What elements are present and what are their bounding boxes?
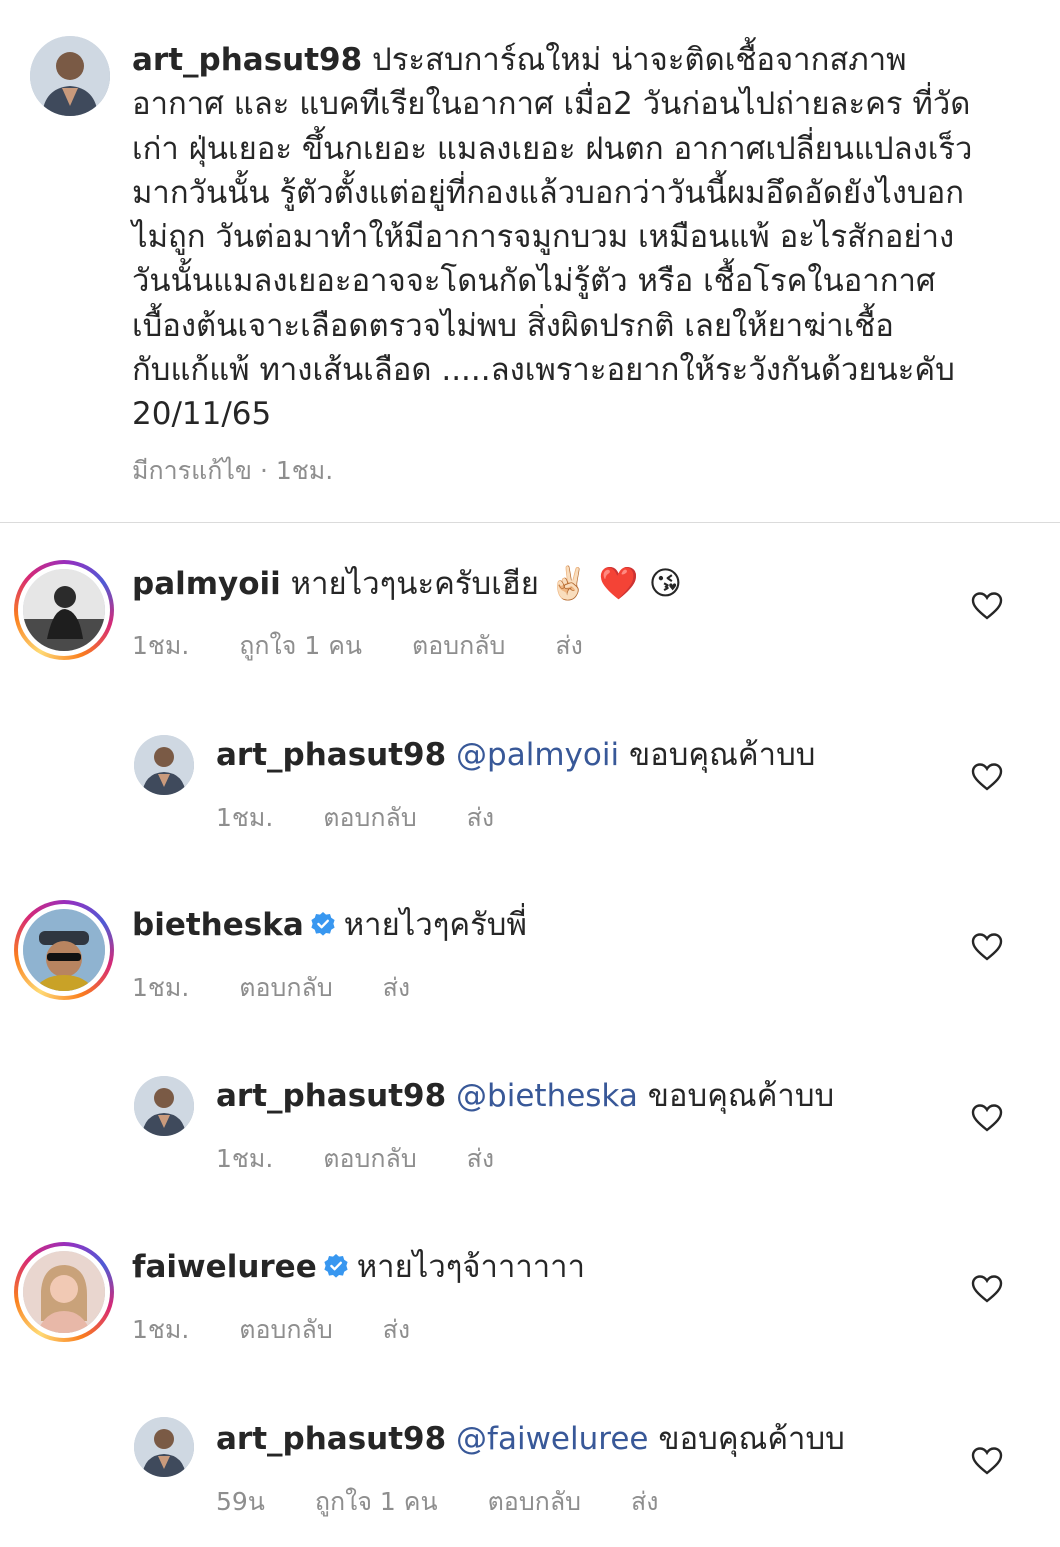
comment-text: ขอบคุณค้าบบ [658, 1421, 845, 1457]
reply-item: art_phasut98 @faiweluree ขอบคุณค้าบบ 59น… [0, 1417, 1060, 1547]
reply-button[interactable]: ตอบกลับ [412, 631, 505, 660]
comment-text: หายไวๆจ้าาาาาา [356, 1249, 585, 1285]
comment-meta: 1ชม. ตอบกลับ ส่ง [216, 798, 536, 838]
comment-time: 1ชม. [216, 1144, 274, 1173]
comment-username[interactable]: faiweluree [132, 1249, 317, 1285]
comment-emojis: ✌🏻 ❤️ 😘 [548, 564, 683, 602]
person-photo-icon [134, 1417, 194, 1477]
person-photo-icon [134, 1076, 194, 1136]
comment-item: palmyoii หายไวๆนะครับเฮีย ✌🏻 ❤️ 😘 1ชม. ถ… [0, 560, 1060, 720]
comment-username[interactable]: palmyoii [132, 566, 281, 602]
author-avatar[interactable] [30, 36, 110, 116]
send-button[interactable]: ส่ง [555, 631, 582, 660]
comment-text: หายไวๆครับพี่ [343, 907, 527, 943]
mention-link[interactable]: @palmyoii [456, 737, 619, 773]
divider [0, 522, 1060, 523]
commenter-avatar[interactable] [134, 1076, 194, 1136]
send-button[interactable]: ส่ง [631, 1487, 658, 1516]
caption-time: 1ชม. [275, 456, 334, 485]
reply-item: art_phasut98 @palmyoii ขอบคุณค้าบบ 1ชม. … [0, 735, 1060, 885]
likes-count[interactable]: ถูกใจ 1 คน [315, 1487, 438, 1516]
commenter-avatar [23, 569, 105, 651]
comment-time: 59น [216, 1487, 265, 1516]
heart-icon[interactable] [971, 932, 1003, 962]
comment-meta: 1ชม. ตอบกลับ ส่ง [216, 1139, 536, 1179]
edited-label: มีการแก้ไข [132, 456, 252, 485]
comment-meta: 59น ถูกใจ 1 คน ตอบกลับ ส่ง [216, 1482, 700, 1522]
send-button[interactable]: ส่ง [467, 1144, 494, 1173]
heart-icon[interactable] [971, 1446, 1003, 1476]
comment-text: ขอบคุณค้าบบ [628, 737, 816, 773]
comment-item: faiweluree หายไวๆจ้าาาาาา 1ชม. ตอบกลับ ส… [0, 1242, 1060, 1402]
reply-button[interactable]: ตอบกลับ [323, 803, 416, 832]
comment-item: bietheska หายไวๆครับพี่ 1ชม. ตอบกลับ ส่ง [0, 900, 1060, 1060]
comment-time: 1ชม. [216, 803, 274, 832]
reply-button[interactable]: ตอบกลับ [488, 1487, 581, 1516]
commenter-avatar[interactable] [134, 735, 194, 795]
reply-button[interactable]: ตอบกลับ [239, 973, 332, 1002]
reply-item: art_phasut98 @bietheska ขอบคุณค้าบบ 1ชม.… [0, 1076, 1060, 1226]
story-ring[interactable] [14, 1242, 114, 1342]
post-caption: art_phasut98 ประสบการ์ณใหม่ น่าจะติดเชื้… [0, 0, 1060, 523]
story-ring[interactable] [14, 900, 114, 1000]
story-ring[interactable] [14, 560, 114, 660]
comment-username[interactable]: art_phasut98 [216, 1421, 446, 1457]
heart-icon[interactable] [971, 762, 1003, 792]
caption-username[interactable]: art_phasut98 [132, 42, 362, 78]
heart-icon[interactable] [971, 591, 1003, 621]
comment-meta: 1ชม. ตอบกลับ ส่ง [132, 968, 452, 1008]
person-photo-icon [23, 909, 105, 991]
person-photo-icon [23, 1251, 105, 1333]
verified-badge-icon [311, 912, 335, 936]
mention-link[interactable]: @faiweluree [456, 1421, 648, 1457]
person-photo-icon [23, 569, 105, 651]
send-button[interactable]: ส่ง [383, 1315, 410, 1344]
comment-time: 1ชม. [132, 1315, 190, 1344]
commenter-avatar[interactable] [134, 1417, 194, 1477]
caption-body: art_phasut98 ประสบการ์ณใหม่ น่าจะติดเชื้… [132, 38, 1037, 437]
reply-button[interactable]: ตอบกลับ [323, 1144, 416, 1173]
comment-text-line: palmyoii หายไวๆนะครับเฮีย ✌🏻 ❤️ 😘 [132, 563, 682, 604]
person-photo-icon [30, 36, 110, 116]
person-photo-icon [134, 735, 194, 795]
comment-text-line: art_phasut98 @bietheska ขอบคุณค้าบบ [216, 1076, 834, 1116]
comment-meta: 1ชม. ถูกใจ 1 คน ตอบกลับ ส่ง [132, 626, 625, 666]
reply-button[interactable]: ตอบกลับ [239, 1315, 332, 1344]
comment-time: 1ชม. [132, 631, 190, 660]
comment-meta: 1ชม. ตอบกลับ ส่ง [132, 1310, 452, 1350]
commenter-avatar [23, 909, 105, 991]
comment-text: หายไวๆนะครับเฮีย [290, 566, 539, 602]
caption-text: ประสบการ์ณใหม่ น่าจะติดเชื้อจากสภาพ อากา… [132, 42, 973, 433]
send-button[interactable]: ส่ง [467, 803, 494, 832]
heart-icon[interactable] [971, 1274, 1003, 1304]
caption-meta: มีการแก้ไข · 1ชม. [132, 456, 334, 485]
comment-username[interactable]: art_phasut98 [216, 1078, 446, 1114]
verified-badge-icon [324, 1254, 348, 1278]
comment-text-line: art_phasut98 @palmyoii ขอบคุณค้าบบ [216, 735, 815, 775]
comment-text: ขอบคุณค้าบบ [647, 1078, 835, 1114]
comment-text-line: art_phasut98 @faiweluree ขอบคุณค้าบบ [216, 1419, 845, 1459]
send-button[interactable]: ส่ง [383, 973, 410, 1002]
comment-username[interactable]: art_phasut98 [216, 737, 446, 773]
commenter-avatar [23, 1251, 105, 1333]
mention-link[interactable]: @bietheska [456, 1078, 638, 1114]
comment-time: 1ชม. [132, 973, 190, 1002]
comment-text-line: faiweluree หายไวๆจ้าาาาาา [132, 1247, 585, 1287]
heart-icon[interactable] [971, 1103, 1003, 1133]
comment-username[interactable]: bietheska [132, 907, 304, 943]
comment-text-line: bietheska หายไวๆครับพี่ [132, 905, 527, 945]
likes-count[interactable]: ถูกใจ 1 คน [239, 631, 362, 660]
